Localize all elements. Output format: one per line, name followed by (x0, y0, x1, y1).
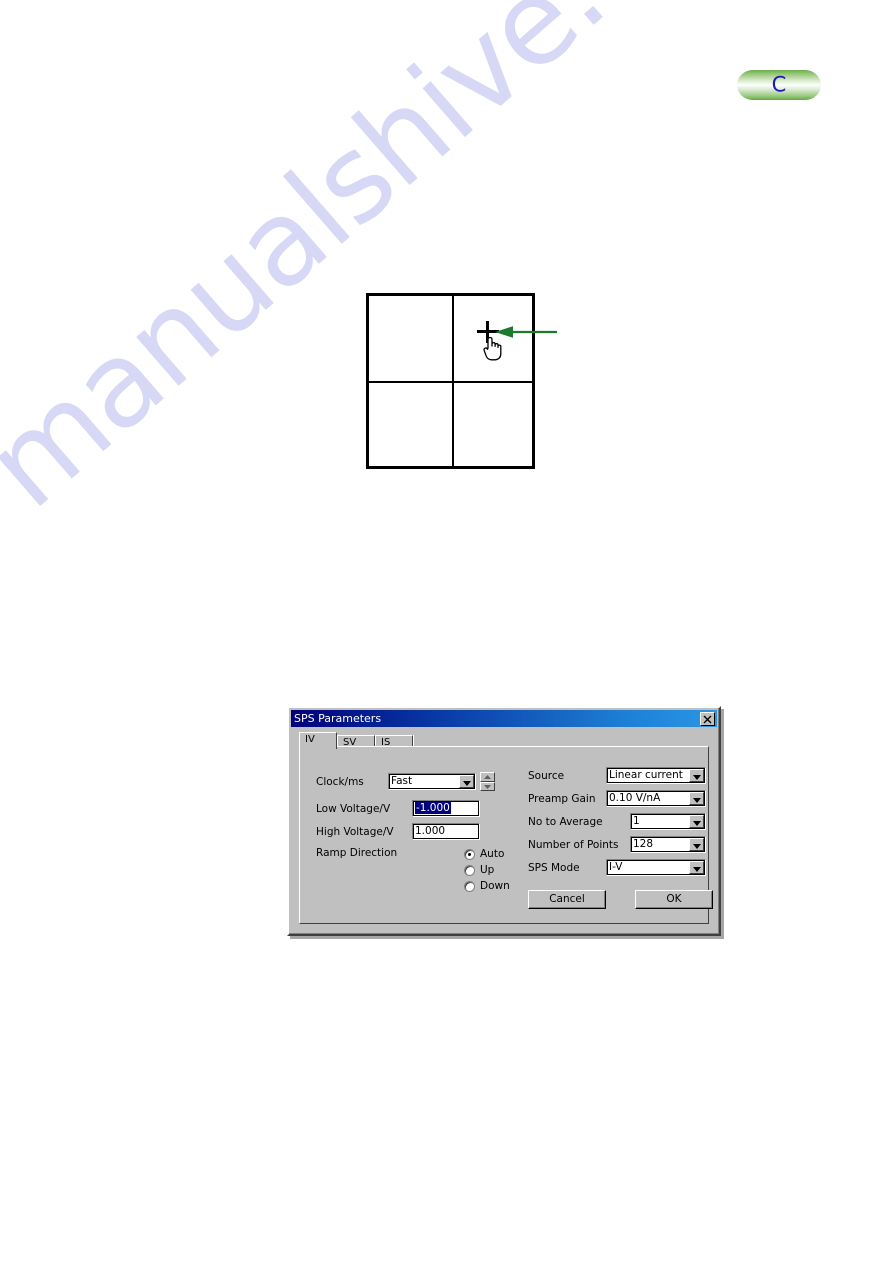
radio-up-mark[interactable] (464, 864, 475, 876)
low-voltage-label: Low Voltage/V (316, 802, 391, 815)
spinner-down-icon[interactable] (480, 781, 495, 791)
right-parameter-column: Source Linear current Preamp Gain 0.10 V… (528, 767, 713, 882)
no-to-average-label: No to Average (528, 815, 603, 828)
dialog-title: SPS Parameters (294, 712, 382, 725)
sps-parameters-dialog: SPS Parameters IV SV IS Clock/ms Fast Lo… (287, 706, 721, 936)
spinner-up-icon[interactable] (480, 772, 495, 782)
source-combobox[interactable]: Linear current (606, 767, 706, 784)
ramp-direction-radio-group: Auto Up Down (464, 847, 510, 895)
preamp-gain-combobox[interactable]: 0.10 V/nA (606, 790, 706, 807)
source-row: Source Linear current (528, 767, 713, 784)
clock-spinner[interactable] (480, 772, 495, 791)
sps-mode-combobox[interactable]: I-V (606, 859, 706, 876)
left-parameter-column: Clock/ms Fast Low Voltage/V -1.000 High … (316, 772, 521, 892)
radio-down-mark[interactable] (464, 880, 475, 892)
sps-mode-row: SPS Mode I-V (528, 859, 713, 876)
radio-down-label: Down (480, 880, 510, 892)
low-voltage-input[interactable]: -1.000 (412, 800, 480, 817)
number-of-points-value: 128 (633, 838, 654, 850)
high-voltage-label: High Voltage/V (316, 825, 394, 838)
no-to-average-row: No to Average 1 (528, 813, 713, 830)
quadrant-grid-figure (366, 293, 535, 469)
chevron-down-icon[interactable] (689, 838, 704, 851)
corner-badge: C (737, 70, 821, 100)
dialog-button-row: Cancel OK (528, 890, 713, 909)
preamp-gain-row: Preamp Gain 0.10 V/nA (528, 790, 713, 807)
number-of-points-combobox[interactable]: 128 (630, 836, 706, 853)
clock-label: Clock/ms (316, 775, 364, 788)
radio-auto[interactable]: Auto (464, 847, 510, 861)
chevron-down-icon[interactable] (689, 769, 704, 782)
sps-mode-value: I-V (609, 861, 623, 873)
source-label: Source (528, 769, 565, 782)
chevron-down-icon[interactable] (459, 775, 474, 788)
corner-badge-letter: C (771, 72, 787, 97)
tab-iv[interactable]: IV (299, 732, 337, 749)
green-left-arrow-icon (495, 325, 557, 339)
number-of-points-row: Number of Points 128 (528, 836, 713, 853)
close-icon[interactable] (700, 711, 715, 726)
no-to-average-value: 1 (633, 815, 640, 827)
ramp-direction-label: Ramp Direction (316, 847, 398, 859)
number-of-points-label: Number of Points (528, 838, 619, 851)
ramp-direction-row: Ramp Direction Auto Up Down (316, 847, 521, 892)
preamp-gain-value: 0.10 V/nA (609, 792, 661, 804)
cancel-button[interactable]: Cancel (528, 890, 606, 909)
clock-row: Clock/ms Fast (316, 772, 521, 791)
ok-button[interactable]: OK (635, 890, 713, 909)
chevron-down-icon[interactable] (689, 861, 704, 874)
chevron-down-icon[interactable] (689, 792, 704, 805)
clock-value: Fast (391, 775, 413, 787)
sps-mode-label: SPS Mode (528, 861, 580, 874)
preamp-gain-label: Preamp Gain (528, 792, 596, 805)
grid-horizontal-divider (369, 381, 532, 383)
radio-down[interactable]: Down (464, 879, 510, 893)
no-to-average-combobox[interactable]: 1 (630, 813, 706, 830)
clock-combobox[interactable]: Fast (388, 773, 476, 790)
radio-up[interactable]: Up (464, 863, 510, 877)
high-voltage-row: High Voltage/V 1.000 (316, 823, 521, 840)
radio-auto-label: Auto (480, 848, 505, 860)
tab-panel-iv: Clock/ms Fast Low Voltage/V -1.000 High … (299, 746, 713, 924)
low-voltage-value: -1.000 (415, 802, 451, 814)
radio-up-label: Up (480, 864, 495, 876)
chevron-down-icon[interactable] (689, 815, 704, 828)
dialog-title-bar[interactable]: SPS Parameters (291, 710, 717, 727)
radio-auto-mark[interactable] (464, 848, 475, 860)
low-voltage-row: Low Voltage/V -1.000 (316, 800, 521, 817)
high-voltage-input[interactable]: 1.000 (412, 823, 480, 840)
source-value: Linear current (609, 769, 683, 781)
